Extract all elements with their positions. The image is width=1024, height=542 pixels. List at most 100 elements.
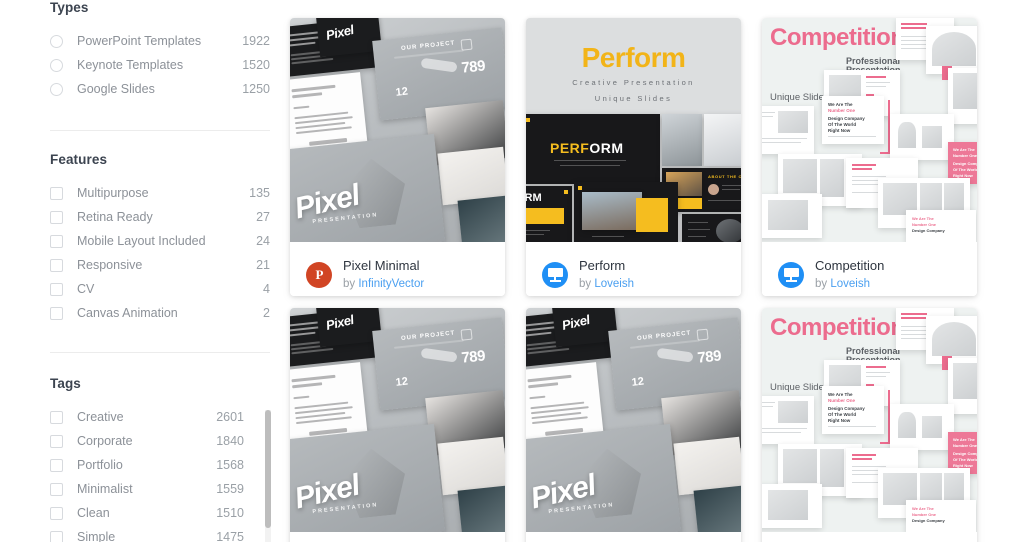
filter-label: Keynote Templates xyxy=(77,58,184,72)
facet-tags: Tags Creative 2601 Corporate 1840 Portfo… xyxy=(50,376,270,542)
checkbox-icon[interactable] xyxy=(50,258,63,272)
checkbox-icon[interactable] xyxy=(50,306,63,320)
checkbox-icon[interactable] xyxy=(50,410,63,424)
filter-count: 1840 xyxy=(216,434,244,448)
author-link[interactable]: Loveish xyxy=(594,278,634,290)
filter-label: Simple xyxy=(77,530,116,542)
filter-count: 27 xyxy=(256,210,270,224)
filter-count: 1520 xyxy=(242,58,270,72)
template-card[interactable]: Pixel OUR PROJECT 789 12 Pixel PRESENTAT… xyxy=(290,308,505,542)
checkbox-icon[interactable] xyxy=(50,458,63,472)
competition-body-c: Design Company xyxy=(828,116,865,121)
filter-label: Google Slides xyxy=(77,82,155,96)
tags-filter-list: Creative 2601 Corporate 1840 Portfolio 1… xyxy=(50,405,270,542)
author-link[interactable]: Loveish xyxy=(830,278,870,290)
filter-count: 1559 xyxy=(216,482,244,496)
competition-title: Competition xyxy=(770,24,905,51)
filter-count: 1568 xyxy=(216,458,244,472)
competition-body-d: Of The World xyxy=(828,122,857,127)
card-thumbnail[interactable]: Pixel OUR PROJECT 789 12 Pixel PRESENTAT… xyxy=(526,308,741,532)
filter-count: 1475 xyxy=(216,530,244,542)
filter-label: Multipurpose xyxy=(77,186,149,200)
competition-title: Competition xyxy=(770,314,905,341)
filter-option-minimalist[interactable]: Minimalist 1559 xyxy=(50,477,270,501)
checkbox-icon[interactable] xyxy=(50,506,63,520)
checkbox-icon[interactable] xyxy=(50,434,63,448)
template-card[interactable]: Competition Professional Presentation Un… xyxy=(762,18,977,296)
author-link[interactable]: InfinityVector xyxy=(358,278,424,290)
filter-option-multipurpose[interactable]: Multipurpose 135 xyxy=(50,181,270,205)
filter-label: Responsive xyxy=(77,258,143,272)
pixel-artwork: Pixel OUR PROJECT 789 12 Pixel PRESENTAT… xyxy=(526,308,741,532)
card-title[interactable]: Pixel Minimal xyxy=(343,257,424,275)
checkbox-icon[interactable] xyxy=(50,210,63,224)
card-footer: P Pixel Minimal by InfinityVector xyxy=(290,242,505,296)
card-thumbnail[interactable]: Pixel OUR PROJECT 789 12 Pixel PRESENTAT… xyxy=(290,308,505,532)
competition-artwork: Competition Professional Presentation Un… xyxy=(762,308,977,532)
checkbox-icon[interactable] xyxy=(50,234,63,248)
template-card[interactable]: Perform Creative Presentation Unique Sli… xyxy=(526,18,741,296)
template-card[interactable]: Competition Professional Presentation Un… xyxy=(762,308,977,542)
checkbox-icon[interactable] xyxy=(50,482,63,496)
perform-logo-partial: ORM xyxy=(526,192,542,204)
card-title[interactable]: Competition xyxy=(815,257,884,275)
filter-option-responsive[interactable]: Responsive 21 xyxy=(50,253,270,277)
card-footer: P Pixel Minimal by InfinityVector xyxy=(290,532,505,542)
card-author: by Loveish xyxy=(579,277,634,292)
filter-option-portfolio[interactable]: Portfolio 1568 xyxy=(50,453,270,477)
card-meta: Competition by Loveish xyxy=(815,257,884,291)
radio-icon[interactable] xyxy=(50,58,63,72)
competition-body-c: Design Company xyxy=(828,406,865,411)
keynote-icon xyxy=(778,261,804,288)
radio-icon[interactable] xyxy=(50,34,63,48)
template-marketplace-page: Types PowerPoint Templates 1922 Keynote … xyxy=(0,0,1024,542)
filter-option-corporate[interactable]: Corporate 1840 xyxy=(50,429,270,453)
filter-option-creative[interactable]: Creative 2601 xyxy=(50,405,270,429)
template-results-grid: Pixel OUR PROJECT 789 12 Pixel PRESENTAT… xyxy=(282,0,1024,542)
filter-count: 135 xyxy=(249,186,270,200)
filter-option-keynote-templates[interactable]: Keynote Templates 1520 xyxy=(50,53,270,77)
filter-sidebar: Types PowerPoint Templates 1922 Keynote … xyxy=(0,0,282,542)
competition-body-d: Of The World xyxy=(828,412,857,417)
template-card[interactable]: Pixel OUR PROJECT 789 12 Pixel PRESENTAT… xyxy=(526,308,741,542)
card-title[interactable]: Perform xyxy=(579,257,634,275)
card-thumbnail[interactable]: Perform Creative Presentation Unique Sli… xyxy=(526,18,741,242)
checkbox-icon[interactable] xyxy=(50,282,63,296)
filter-label: Clean xyxy=(77,506,110,520)
filter-option-cv[interactable]: CV 4 xyxy=(50,277,270,301)
perform-subtitle-1: Creative Presentation xyxy=(572,78,695,87)
pixel-artwork: Pixel OUR PROJECT 789 12 Pixel PRESENTAT… xyxy=(290,18,505,242)
filter-count: 1250 xyxy=(242,82,270,96)
competition-body-e: Right Now xyxy=(828,418,851,423)
competition-body-e: Right Now xyxy=(828,128,851,133)
filter-option-mobile-layout-included[interactable]: Mobile Layout Included 24 xyxy=(50,229,270,253)
filter-option-simple[interactable]: Simple 1475 xyxy=(50,525,270,542)
checkbox-icon[interactable] xyxy=(50,530,63,542)
author-prefix: by xyxy=(815,277,828,290)
competition-body-b: Number One xyxy=(828,398,856,403)
filter-count: 24 xyxy=(256,234,270,248)
template-card[interactable]: Pixel OUR PROJECT 789 12 Pixel PRESENTAT… xyxy=(290,18,505,296)
competition-body-b: Number One xyxy=(828,108,856,113)
powerpoint-icon: P xyxy=(306,261,332,288)
checkbox-icon[interactable] xyxy=(50,186,63,200)
card-thumbnail[interactable]: Pixel OUR PROJECT 789 12 Pixel PRESENTAT… xyxy=(290,18,505,242)
perform-artwork: Perform Creative Presentation Unique Sli… xyxy=(526,18,741,242)
filter-option-retina-ready[interactable]: Retina Ready 27 xyxy=(50,205,270,229)
competition-body-a: We Are The xyxy=(828,392,853,397)
filter-count: 21 xyxy=(256,258,270,272)
card-thumbnail[interactable]: Competition Professional Presentation Un… xyxy=(762,308,977,532)
facet-types: Types PowerPoint Templates 1922 Keynote … xyxy=(50,0,270,101)
card-footer: Competition by Loveish xyxy=(762,532,977,542)
filter-label: Retina Ready xyxy=(77,210,153,224)
tags-scrollbar-thumb[interactable] xyxy=(265,410,271,528)
filter-option-clean[interactable]: Clean 1510 xyxy=(50,501,270,525)
filter-option-google-slides[interactable]: Google Slides 1250 xyxy=(50,77,270,101)
filter-option-canvas-animation[interactable]: Canvas Animation 2 xyxy=(50,301,270,325)
filter-count: 2601 xyxy=(216,410,244,424)
filter-option-powerpoint-templates[interactable]: PowerPoint Templates 1922 xyxy=(50,29,270,53)
card-thumbnail[interactable]: Competition Professional Presentation Un… xyxy=(762,18,977,242)
facet-title-features: Features xyxy=(50,152,108,167)
radio-icon[interactable] xyxy=(50,82,63,96)
perform-subtitle-2: Unique Slides xyxy=(594,94,673,103)
